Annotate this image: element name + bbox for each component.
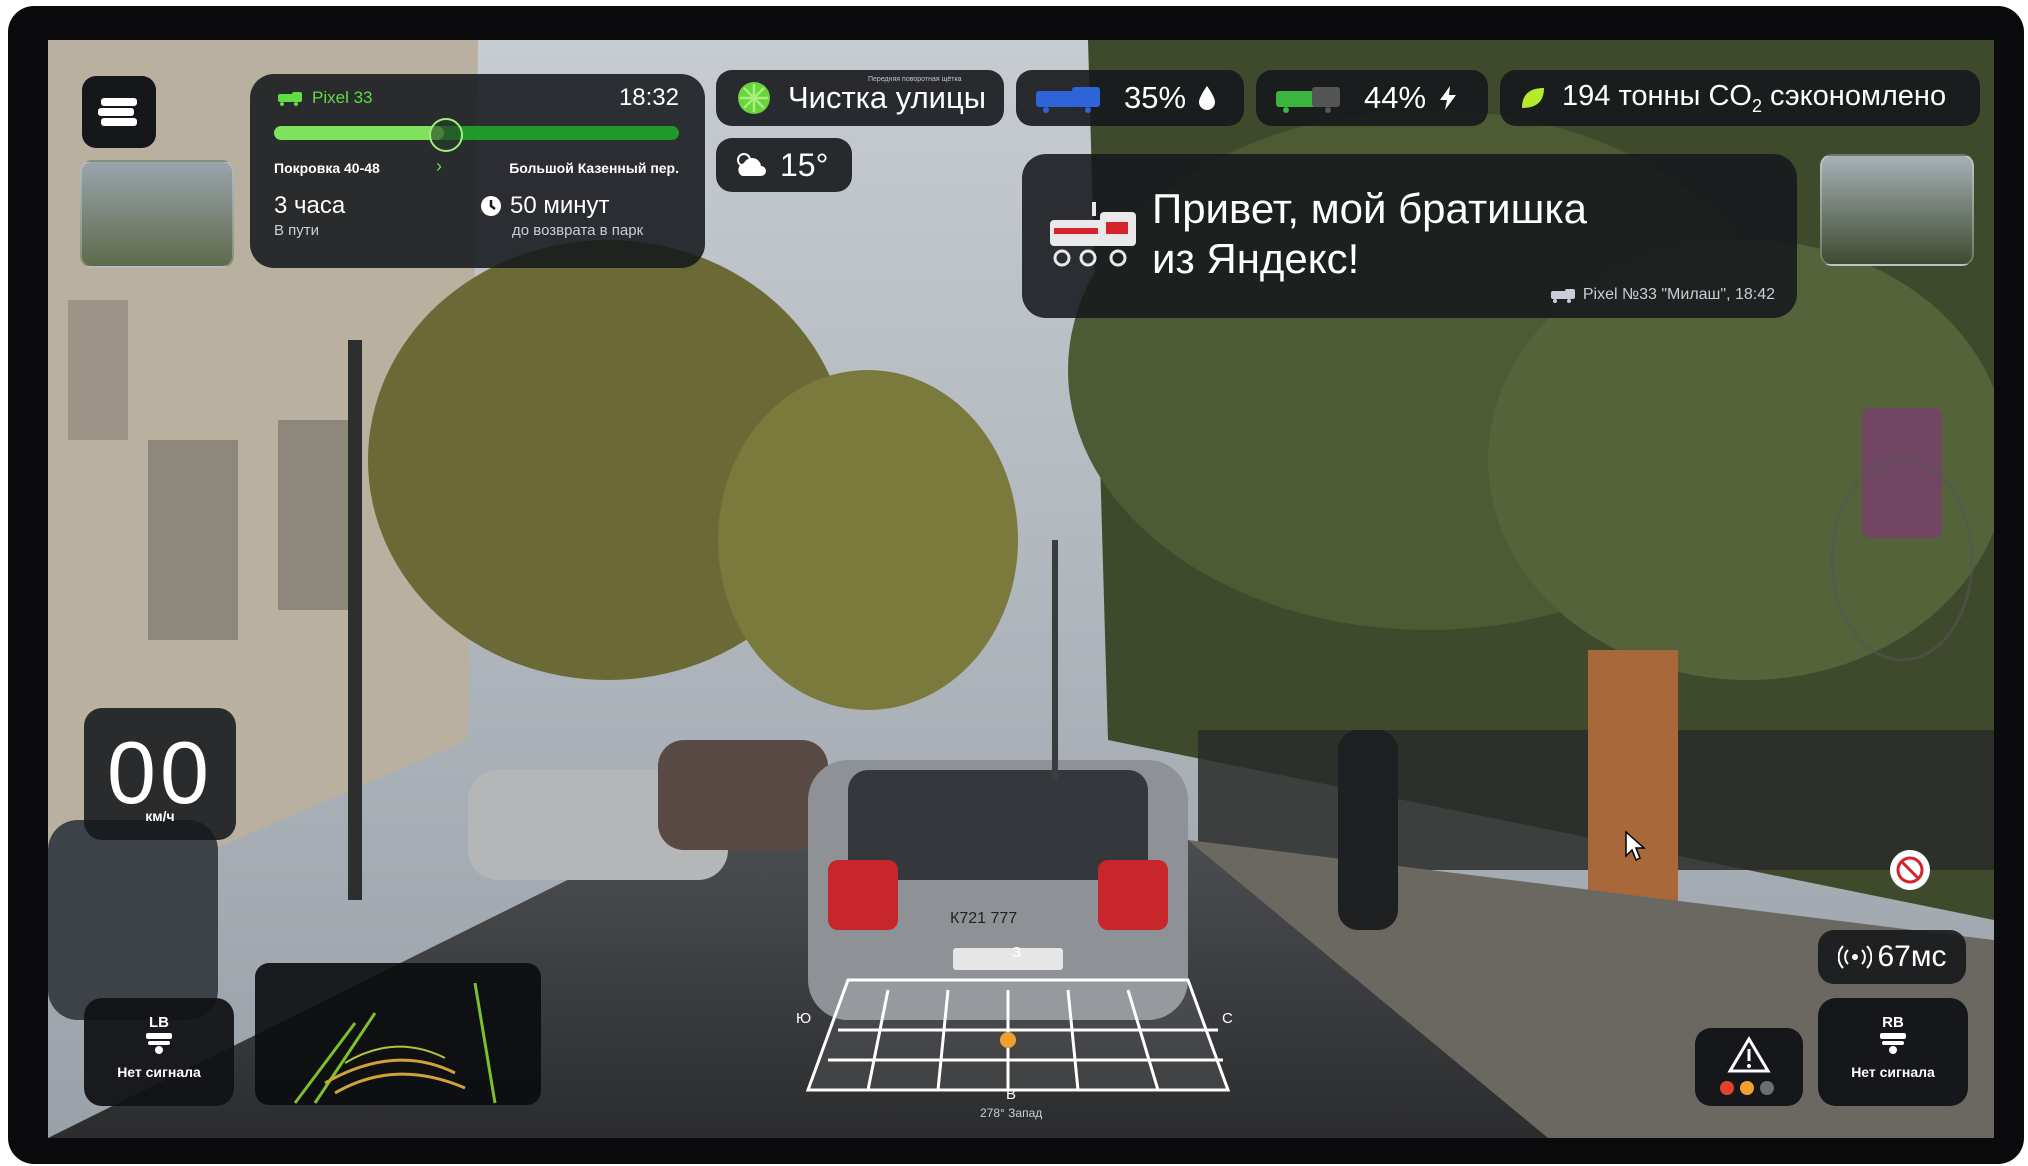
trip-duration: 3 часа xyxy=(274,192,346,219)
leaf-icon xyxy=(1522,88,1544,108)
trip-clock: 18:32 xyxy=(618,84,679,111)
speed-unit: км/ч xyxy=(145,808,175,824)
trip-progress-knob[interactable] xyxy=(429,118,464,152)
compass-north: З xyxy=(1012,944,1022,961)
rb-status: Нет сигнала xyxy=(1851,1064,1935,1080)
co2-saved-pill: 194 тонны CO2 сэкономлено xyxy=(1500,70,1980,126)
no-signal-icon xyxy=(146,1033,172,1054)
temperature-value: 15° xyxy=(780,146,829,183)
co2-saved-label: 194 тонны CO2 сэкономлено xyxy=(1562,80,1946,117)
water-tank-icon xyxy=(1036,87,1100,113)
sender-robot-icon xyxy=(1050,202,1136,267)
logo-icon xyxy=(98,98,137,126)
brush-icon xyxy=(738,82,770,114)
warning-icon xyxy=(1727,1036,1771,1073)
no-entry-icon xyxy=(1896,856,1924,884)
message-panel: Привет, мой братишка из Яндекс! Pixel №3… xyxy=(1022,154,1797,318)
trip-progress-fill xyxy=(274,126,445,140)
speedometer: 00 км/ч xyxy=(84,708,236,840)
rb-label: RB xyxy=(1882,1014,1904,1031)
battery-pill: 44% xyxy=(1256,70,1488,126)
message-signature-text: Pixel №33 "Милаш", 18:42 xyxy=(1582,286,1775,303)
robot-battery-icon xyxy=(1276,87,1340,113)
lightning-icon xyxy=(1440,86,1457,110)
co2-value: 194 тонны CO xyxy=(1562,79,1752,112)
battery-value: 44% xyxy=(1364,80,1427,115)
rear-left-camera-thumbnail[interactable] xyxy=(80,160,234,268)
lidar-point-cloud xyxy=(293,982,497,1104)
clock-icon xyxy=(481,196,501,216)
obstacle-indicator[interactable] xyxy=(1890,850,1930,890)
message-signature: Pixel №33 "Милаш", 18:42 xyxy=(1549,286,1775,304)
robot-icon xyxy=(1550,289,1575,303)
compass-south: В xyxy=(1006,1086,1017,1103)
return-time: 50 минут xyxy=(480,192,610,220)
message-line-2: из Яндекс! xyxy=(1152,235,1360,282)
mode-label: Чистка улицы xyxy=(788,80,987,115)
rear-right-camera-thumbnail[interactable] xyxy=(1820,154,1974,266)
latency-pill: 67мс xyxy=(1818,930,1966,984)
message-text: Привет, мой братишка из Яндекс! xyxy=(1152,184,1587,284)
wifi-signal-icon xyxy=(1837,945,1872,969)
co2-suffix: сэкономлено xyxy=(1761,79,1947,112)
route-from: Покровка 40-48 xyxy=(274,160,380,176)
warning-button[interactable] xyxy=(1695,1028,1803,1106)
lb-label: LB xyxy=(149,1014,169,1031)
rb-camera-button[interactable]: RB Нет сигнала xyxy=(1818,998,1968,1106)
no-signal-icon xyxy=(1880,1033,1906,1054)
return-time-label: до возврата в парк xyxy=(512,222,644,239)
alert-status-dots xyxy=(1720,1081,1774,1095)
chevron-right-icon: › xyxy=(436,156,442,176)
co2-subscript: 2 xyxy=(1751,95,1762,116)
route-to: Большой Казенный пер. xyxy=(509,160,679,176)
trip-duration-label: В пути xyxy=(274,222,320,239)
mode-pill[interactable]: Передняя поворотная щётка Чистка улицы xyxy=(716,70,1004,126)
lb-status: Нет сигнала xyxy=(117,1064,201,1080)
latency-value: 67мс xyxy=(1877,940,1947,973)
mouse-cursor xyxy=(1625,830,1646,862)
water-level-value: 35% xyxy=(1124,80,1187,115)
compass-heading: 278° Запад xyxy=(980,1106,1043,1120)
lidar-camera-view[interactable] xyxy=(255,963,541,1105)
mode-caption: Передняя поворотная щётка xyxy=(868,76,962,83)
compass-west: Ю xyxy=(796,1010,812,1027)
return-time-value: 50 минут xyxy=(510,192,610,219)
compass-east: С xyxy=(1222,1010,1233,1027)
lb-camera-button[interactable]: LB Нет сигнала xyxy=(84,998,234,1106)
water-level-pill: 35% xyxy=(1016,70,1244,126)
weather-cloud-icon xyxy=(737,153,766,176)
trip-panel: Pixel 33 18:32 Покровка 40-48 › Большой … xyxy=(250,74,705,268)
license-plate: К721 777 xyxy=(950,910,1018,927)
robot-name-label: Pixel 33 xyxy=(312,88,373,107)
weather-pill: 15° xyxy=(716,138,852,192)
trip-progress-bar xyxy=(274,126,679,140)
robot-icon xyxy=(278,92,302,106)
water-drop-icon xyxy=(1199,86,1216,110)
message-line-1: Привет, мой братишка xyxy=(1152,185,1587,232)
app-logo[interactable] xyxy=(82,76,156,148)
robot-name: Pixel 33 xyxy=(276,88,372,108)
